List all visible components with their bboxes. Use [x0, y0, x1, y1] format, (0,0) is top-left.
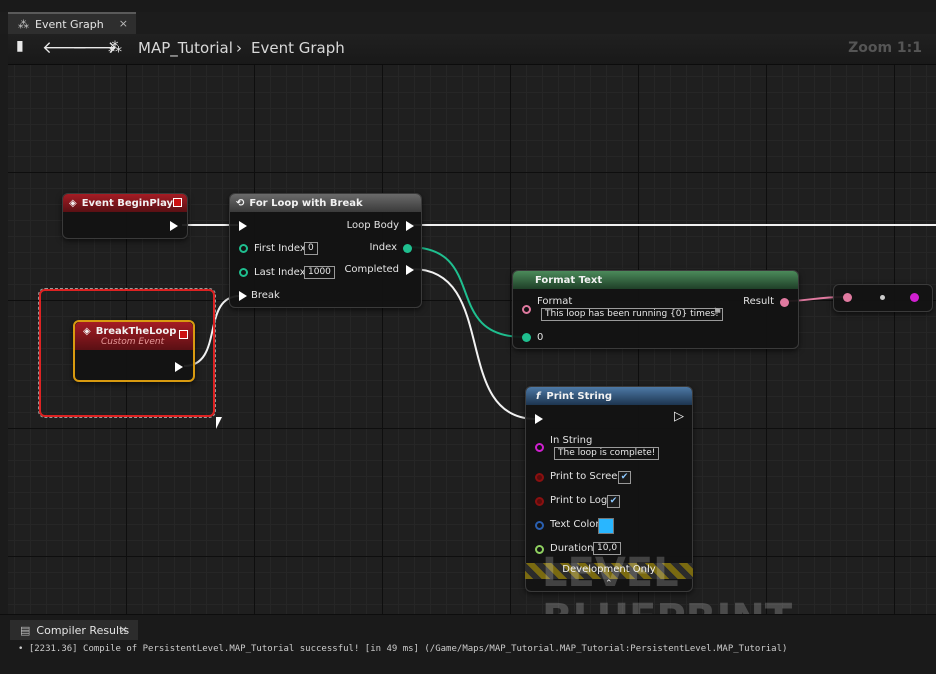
format-value[interactable]: This loop has been running {0} times!: [541, 308, 723, 321]
event-icon: ◈: [69, 197, 77, 209]
index-output-pin[interactable]: [403, 244, 412, 253]
completed-exec-pin[interactable]: [406, 265, 414, 275]
text-color-label: Text Color: [550, 519, 600, 530]
node-title: Format Text: [535, 274, 603, 286]
mouse-cursor-icon: [216, 417, 222, 429]
node-header: Format Text: [513, 271, 798, 289]
node-title: Event BeginPlay: [81, 197, 174, 209]
arg-0-label: 0: [537, 332, 544, 343]
print-screen-label: Print to Screen: [550, 471, 624, 482]
print-log-checkbox[interactable]: ✔: [607, 495, 620, 508]
int-wire-index: [407, 246, 525, 338]
node-break-the-loop[interactable]: ◈ BreakTheLoop Custom Event: [73, 320, 195, 382]
print-log-pin[interactable]: [535, 497, 544, 506]
print-screen-checkbox[interactable]: ✔: [618, 471, 631, 484]
flag-icon[interactable]: ⚑: [713, 307, 722, 318]
loop-body-exec-pin[interactable]: [406, 221, 414, 231]
text-color-pin[interactable]: [535, 521, 544, 530]
print-log-label: Print to Log: [550, 495, 608, 506]
index-label: Index: [369, 242, 397, 253]
node-format-text[interactable]: Format Text Format This loop has been ru…: [512, 270, 799, 349]
first-index-pin[interactable]: [239, 244, 248, 253]
node-title: BreakTheLoop: [95, 325, 177, 337]
compiler-tab-label: Compiler Results: [36, 623, 130, 637]
exec-input-pin[interactable]: [535, 414, 543, 424]
format-label: Format: [537, 296, 573, 307]
event-icon: ◈: [83, 325, 91, 337]
reroute-dot: [880, 295, 885, 300]
loop-body-label: Loop Body: [346, 220, 399, 231]
in-string-value[interactable]: The loop is complete!: [554, 447, 660, 460]
loop-icon: ⟲: [236, 197, 245, 209]
last-index-value[interactable]: 1000: [304, 266, 335, 279]
node-header: f Print String: [526, 387, 692, 405]
node-partial-offscreen[interactable]: [833, 284, 933, 312]
break-exec-pin[interactable]: [239, 291, 247, 301]
node-title: Print String: [546, 390, 613, 402]
compiler-icon: ▤: [20, 623, 31, 637]
text-color-swatch[interactable]: [598, 518, 614, 534]
exec-output-pin[interactable]: [175, 362, 183, 372]
exec-output-hollow-icon[interactable]: ▷: [674, 409, 684, 424]
node-for-loop-with-break[interactable]: ⟲ For Loop with Break First Index 0 Last…: [229, 193, 422, 308]
result-label: Result: [743, 296, 774, 307]
result-output-pin[interactable]: [780, 298, 789, 307]
exec-output-pin[interactable]: [170, 221, 178, 231]
delegate-pin[interactable]: [173, 198, 182, 207]
node-header: ◈ Event BeginPlay: [63, 194, 187, 212]
node-header: ◈ BreakTheLoop Custom Event: [75, 322, 193, 350]
first-index-value[interactable]: 0: [304, 242, 318, 255]
in-string-pin[interactable]: [535, 443, 544, 452]
compiler-results-panel: ▤ Compiler Results × • [2231.36] Compile…: [0, 614, 936, 674]
break-label: Break: [251, 290, 280, 301]
arg-0-input-pin[interactable]: [522, 333, 531, 342]
node-subtitle: Custom Event: [101, 336, 165, 347]
last-index-pin[interactable]: [239, 268, 248, 277]
print-screen-pin[interactable]: [535, 473, 544, 482]
completed-label: Completed: [344, 264, 399, 275]
node-event-beginplay[interactable]: ◈ Event BeginPlay: [62, 193, 188, 239]
input-pin[interactable]: [843, 293, 852, 302]
node-header: ⟲ For Loop with Break: [230, 194, 421, 212]
format-input-pin[interactable]: [522, 305, 531, 314]
output-pin[interactable]: [910, 293, 919, 302]
function-icon: f: [536, 390, 541, 402]
delegate-pin[interactable]: [179, 330, 188, 339]
tab-compiler-results[interactable]: ▤ Compiler Results ×: [10, 620, 138, 640]
exec-input-pin[interactable]: [239, 221, 247, 231]
close-icon[interactable]: ×: [119, 623, 128, 636]
compiler-log-line: • [2231.36] Compile of PersistentLevel.M…: [18, 644, 788, 654]
node-title: For Loop with Break: [249, 197, 363, 209]
in-string-label: In String: [550, 435, 593, 446]
last-index-label: Last Index: [254, 267, 306, 278]
first-index-label: First Index: [254, 243, 306, 254]
